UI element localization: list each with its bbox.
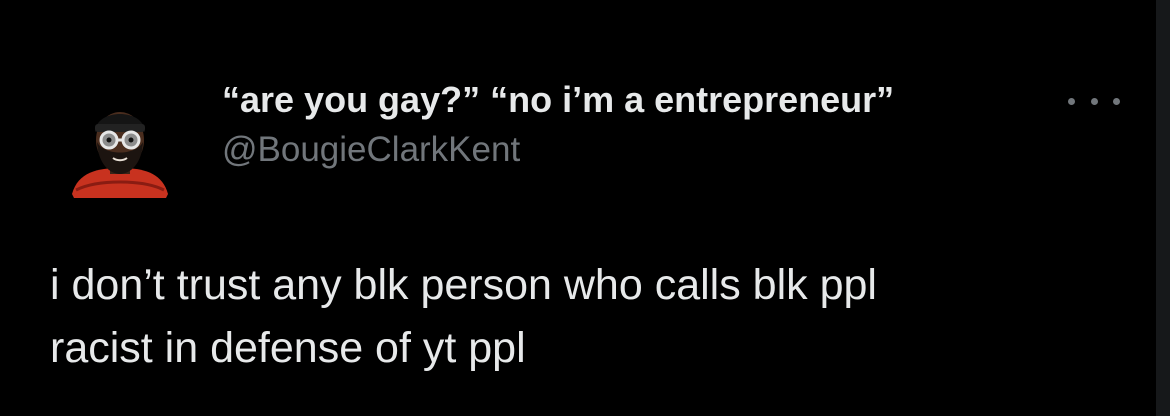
scroll-edge	[1156, 0, 1170, 416]
tweet-card: “are you gay?” “no i’m a entrepreneur” @…	[0, 0, 1170, 416]
avatar[interactable]	[70, 98, 170, 202]
tweet-text-line: i don’t trust any blk person who calls b…	[50, 261, 877, 309]
user-handle[interactable]: @BougieClarkKent	[222, 126, 894, 174]
more-dot	[1113, 97, 1120, 105]
tweet-text: i don’t trust any blk person who calls b…	[50, 254, 1100, 380]
more-options-icon[interactable]	[1068, 86, 1120, 116]
tweet-text-line: racist in defense of yt ppl	[50, 324, 526, 372]
memoji-avatar-icon	[72, 112, 168, 198]
more-dot	[1090, 97, 1098, 105]
display-name[interactable]: “are you gay?” “no i’m a entrepreneur”	[222, 76, 894, 124]
more-dot	[1068, 97, 1075, 105]
tweet-header: “are you gay?” “no i’m a entrepreneur” @…	[222, 76, 894, 174]
